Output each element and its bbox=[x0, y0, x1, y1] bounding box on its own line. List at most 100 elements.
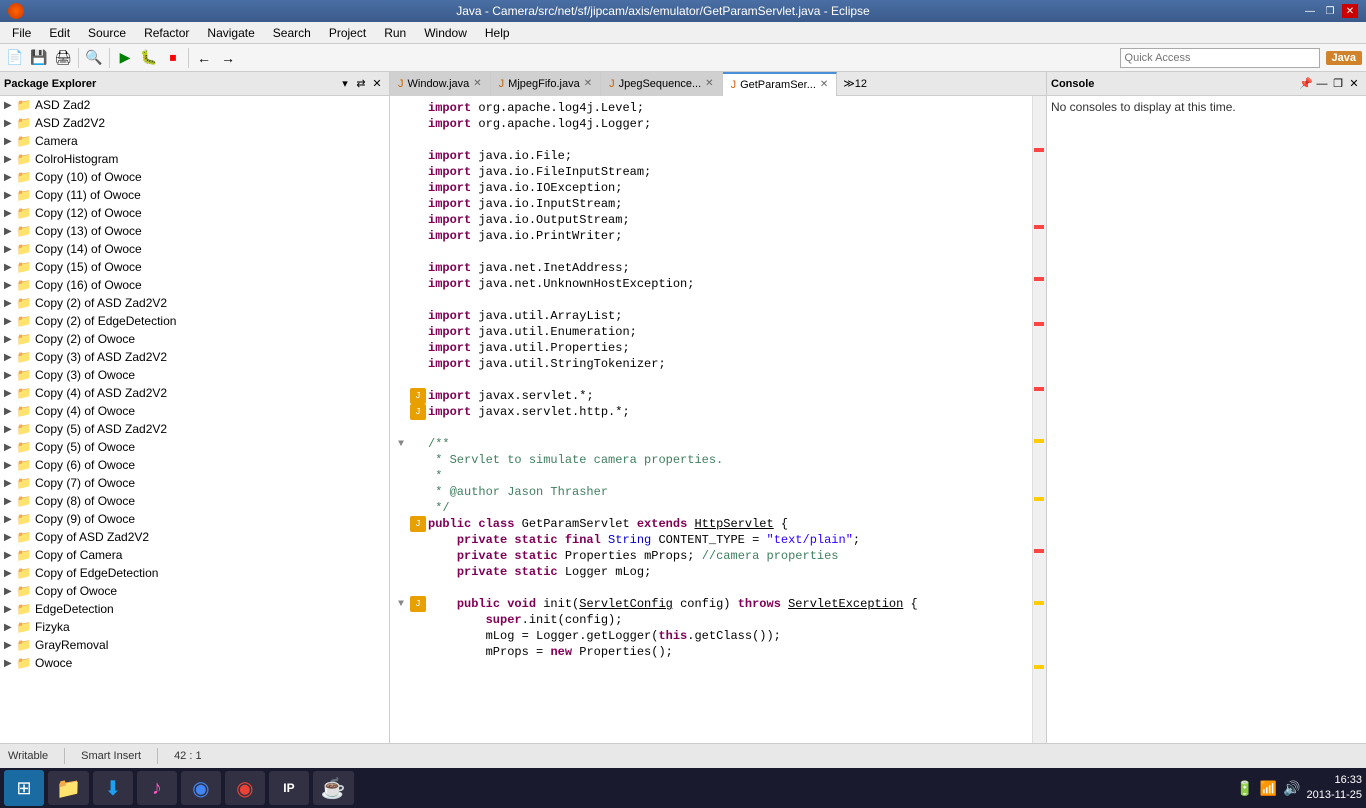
tree-expand-arrow[interactable]: ▶ bbox=[4, 370, 16, 381]
tree-item[interactable]: ▶📁ASD Zad2 bbox=[0, 96, 389, 114]
tree-item[interactable]: ▶📁Copy of EdgeDetection bbox=[0, 564, 389, 582]
pe-minimize-btn[interactable]: ▾ bbox=[337, 76, 353, 92]
tree-item[interactable]: ▶📁ASD Zad2V2 bbox=[0, 114, 389, 132]
tree-expand-arrow[interactable]: ▶ bbox=[4, 586, 16, 597]
tree-expand-arrow[interactable]: ▶ bbox=[4, 658, 16, 669]
tree-expand-arrow[interactable]: ▶ bbox=[4, 316, 16, 327]
tree-expand-arrow[interactable]: ▶ bbox=[4, 514, 16, 525]
taskbar-chrome2[interactable]: ◉ bbox=[225, 771, 265, 805]
tree-item[interactable]: ▶📁Copy (2) of Owoce bbox=[0, 330, 389, 348]
tree-item[interactable]: ▶📁ColroHistogram bbox=[0, 150, 389, 168]
tree-item[interactable]: ▶📁Copy of Owoce bbox=[0, 582, 389, 600]
tree-expand-arrow[interactable]: ▶ bbox=[4, 478, 16, 489]
close-button[interactable]: ✕ bbox=[1342, 4, 1358, 18]
tab-close-btn[interactable]: ✕ bbox=[705, 78, 713, 89]
tree-expand-arrow[interactable]: ▶ bbox=[4, 550, 16, 561]
tree-expand-arrow[interactable]: ▶ bbox=[4, 154, 16, 165]
tree-expand-arrow[interactable]: ▶ bbox=[4, 406, 16, 417]
tree-item[interactable]: ▶📁Fizyka bbox=[0, 618, 389, 636]
tree-expand-arrow[interactable]: ▶ bbox=[4, 118, 16, 129]
tree-expand-arrow[interactable]: ▶ bbox=[4, 388, 16, 399]
tree-item[interactable]: ▶📁Copy (11) of Owoce bbox=[0, 186, 389, 204]
menu-item-edit[interactable]: Edit bbox=[41, 24, 78, 42]
pe-close-btn[interactable]: ✕ bbox=[369, 76, 385, 92]
tree-item[interactable]: ▶📁Copy (3) of ASD Zad2V2 bbox=[0, 348, 389, 366]
minimize-button[interactable]: — bbox=[1302, 4, 1318, 18]
taskbar-chrome[interactable]: ◉ bbox=[181, 771, 221, 805]
tree-expand-arrow[interactable]: ▶ bbox=[4, 622, 16, 633]
tree-expand-arrow[interactable]: ▶ bbox=[4, 280, 16, 291]
editor-tab-GetParamSer---[interactable]: JGetParamSer...✕ bbox=[723, 72, 838, 96]
new-button[interactable]: 📄 bbox=[4, 47, 26, 69]
console-maximize-btn[interactable]: ❐ bbox=[1330, 76, 1346, 92]
console-minimize-btn[interactable]: — bbox=[1314, 76, 1330, 92]
fold-arrow[interactable]: ▼ bbox=[398, 439, 410, 450]
tree-expand-arrow[interactable]: ▶ bbox=[4, 496, 16, 507]
console-close-btn[interactable]: ✕ bbox=[1346, 76, 1362, 92]
tree-item[interactable]: ▶📁Copy of ASD Zad2V2 bbox=[0, 528, 389, 546]
tree-expand-arrow[interactable]: ▶ bbox=[4, 208, 16, 219]
tree-item[interactable]: ▶📁Copy (6) of Owoce bbox=[0, 456, 389, 474]
tree-expand-arrow[interactable]: ▶ bbox=[4, 352, 16, 363]
debug-button[interactable]: 🐛 bbox=[138, 47, 160, 69]
editor-tab-JpegSequence---[interactable]: JJpegSequence...✕ bbox=[601, 72, 722, 96]
maximize-button[interactable]: ❐ bbox=[1322, 4, 1338, 18]
tree-expand-arrow[interactable]: ▶ bbox=[4, 442, 16, 453]
tree-item[interactable]: ▶📁Copy (13) of Owoce bbox=[0, 222, 389, 240]
tree-expand-arrow[interactable]: ▶ bbox=[4, 262, 16, 273]
menu-item-source[interactable]: Source bbox=[80, 24, 134, 42]
tree-item[interactable]: ▶📁Copy (2) of ASD Zad2V2 bbox=[0, 294, 389, 312]
menu-item-project[interactable]: Project bbox=[321, 24, 374, 42]
stop-button[interactable]: ⏹ bbox=[162, 47, 184, 69]
save-button[interactable]: 💾 bbox=[28, 47, 50, 69]
tree-item[interactable]: ▶📁Copy (2) of EdgeDetection bbox=[0, 312, 389, 330]
tree-item[interactable]: ▶📁Copy (10) of Owoce bbox=[0, 168, 389, 186]
quick-access-input[interactable] bbox=[1120, 48, 1320, 68]
menu-item-help[interactable]: Help bbox=[477, 24, 518, 42]
run-button[interactable]: ▶ bbox=[114, 47, 136, 69]
menu-item-refactor[interactable]: Refactor bbox=[136, 24, 197, 42]
tree-item[interactable]: ▶📁Copy (4) of ASD Zad2V2 bbox=[0, 384, 389, 402]
menu-item-navigate[interactable]: Navigate bbox=[199, 24, 262, 42]
taskbar-ip[interactable]: IP bbox=[269, 771, 309, 805]
console-pin-btn[interactable]: 📌 bbox=[1298, 76, 1314, 92]
menu-item-search[interactable]: Search bbox=[265, 24, 319, 42]
tree-expand-arrow[interactable]: ▶ bbox=[4, 298, 16, 309]
tree-item[interactable]: ▶📁Copy (4) of Owoce bbox=[0, 402, 389, 420]
tree-expand-arrow[interactable]: ▶ bbox=[4, 604, 16, 615]
editor-tab-Window-java[interactable]: JWindow.java✕ bbox=[390, 72, 491, 96]
tree-item[interactable]: ▶📁Copy (5) of ASD Zad2V2 bbox=[0, 420, 389, 438]
start-button[interactable]: ⊞ bbox=[4, 770, 44, 806]
tree-expand-arrow[interactable]: ▶ bbox=[4, 190, 16, 201]
tree-item[interactable]: ▶📁Copy (14) of Owoce bbox=[0, 240, 389, 258]
tree-item[interactable]: ▶📁GrayRemoval bbox=[0, 636, 389, 654]
taskbar-eclipse[interactable]: ☕ bbox=[313, 771, 354, 805]
tree-expand-arrow[interactable]: ▶ bbox=[4, 568, 16, 579]
tree-item[interactable]: ▶📁Copy (7) of Owoce bbox=[0, 474, 389, 492]
tree-expand-arrow[interactable]: ▶ bbox=[4, 532, 16, 543]
menu-item-window[interactable]: Window bbox=[416, 24, 475, 42]
forward-button[interactable]: → bbox=[217, 47, 239, 69]
tree-item[interactable]: ▶📁Copy (3) of Owoce bbox=[0, 366, 389, 384]
menu-item-run[interactable]: Run bbox=[376, 24, 414, 42]
tree-item[interactable]: ▶📁Copy (5) of Owoce bbox=[0, 438, 389, 456]
editor-tab-MjpegFifo-java[interactable]: JMjpegFifo.java✕ bbox=[491, 72, 601, 96]
tab-close-btn[interactable]: ✕ bbox=[820, 79, 828, 90]
tree-expand-arrow[interactable]: ▶ bbox=[4, 460, 16, 471]
java-perspective-badge[interactable]: Java bbox=[1326, 51, 1362, 65]
taskbar-explorer[interactable]: 📁 bbox=[48, 771, 89, 805]
tab-close-btn[interactable]: ✕ bbox=[584, 78, 592, 89]
tree-expand-arrow[interactable]: ▶ bbox=[4, 226, 16, 237]
pe-sync-btn[interactable]: ⇄ bbox=[353, 76, 369, 92]
tree-item[interactable]: ▶📁Copy (9) of Owoce bbox=[0, 510, 389, 528]
print-button[interactable]: 🖨 bbox=[52, 47, 74, 69]
tab-overflow[interactable]: ≫12 bbox=[837, 77, 873, 90]
back-button[interactable]: ← bbox=[193, 47, 215, 69]
search-button[interactable]: 🔍 bbox=[83, 47, 105, 69]
fold-arrow[interactable]: ▼ bbox=[398, 599, 410, 610]
tree-item[interactable]: ▶📁EdgeDetection bbox=[0, 600, 389, 618]
code-editor[interactable]: import org.apache.log4j.Level; import or… bbox=[390, 96, 1046, 743]
code-content[interactable]: import org.apache.log4j.Level; import or… bbox=[390, 96, 1032, 743]
tree-item[interactable]: ▶📁Copy of Camera bbox=[0, 546, 389, 564]
menu-item-file[interactable]: File bbox=[4, 24, 39, 42]
